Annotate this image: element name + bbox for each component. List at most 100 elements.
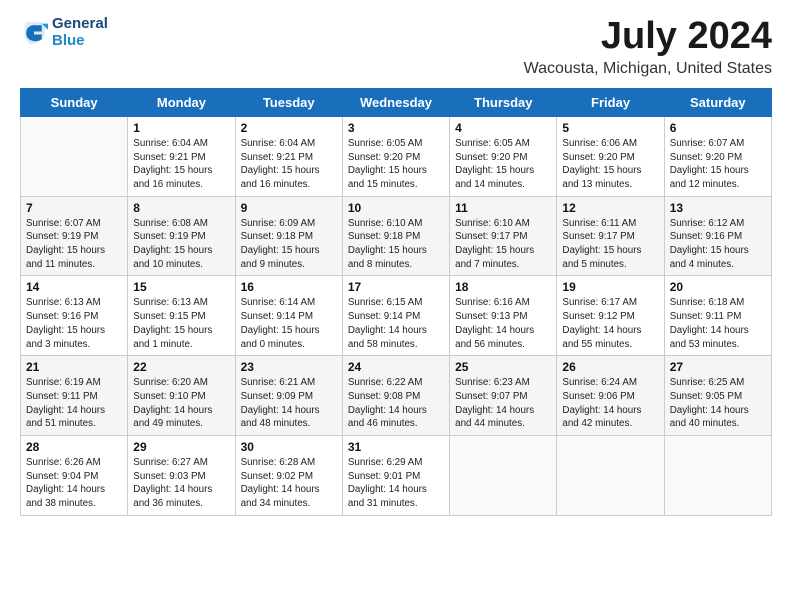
day-number: 20 [670, 280, 766, 294]
calendar-cell: 10 Sunrise: 6:10 AM Sunset: 9:18 PM Dayli… [342, 196, 449, 276]
calendar-cell: 12 Sunrise: 6:11 AM Sunset: 9:17 PM Dayli… [557, 196, 664, 276]
day-info: Sunrise: 6:22 AM Sunset: 9:08 PM Dayligh… [348, 376, 444, 431]
calendar-cell: 26 Sunrise: 6:24 AM Sunset: 9:06 PM Dayli… [557, 356, 664, 436]
day-number: 21 [26, 360, 122, 374]
day-number: 22 [133, 360, 229, 374]
day-info: Sunrise: 6:17 AM Sunset: 9:12 PM Dayligh… [562, 296, 658, 351]
day-number: 3 [348, 121, 444, 135]
day-info: Sunrise: 6:15 AM Sunset: 9:14 PM Dayligh… [348, 296, 444, 351]
weekday-header-saturday: Saturday [664, 88, 771, 116]
day-info: Sunrise: 6:27 AM Sunset: 9:03 PM Dayligh… [133, 456, 229, 511]
day-info: Sunrise: 6:19 AM Sunset: 9:11 PM Dayligh… [26, 376, 122, 431]
calendar-cell: 18Sunrise: 6:16 AM Sunset: 9:13 PM Dayli… [450, 276, 557, 356]
calendar-cell: 3 Sunrise: 6:05 AM Sunset: 9:20 PM Daylig… [342, 116, 449, 196]
day-number: 27 [670, 360, 766, 374]
day-info: Sunrise: 6:25 AM Sunset: 9:05 PM Dayligh… [670, 376, 766, 431]
day-info: Sunrise: 6:13 AM Sunset: 9:15 PM Dayligh… [133, 296, 229, 351]
day-number: 7 [26, 201, 122, 215]
day-number: 9 [241, 201, 337, 215]
day-number: 26 [562, 360, 658, 374]
weekday-header-wednesday: Wednesday [342, 88, 449, 116]
day-number: 28 [26, 440, 122, 454]
day-number: 4 [455, 121, 551, 135]
day-info: Sunrise: 6:14 AM Sunset: 9:14 PM Dayligh… [241, 296, 337, 351]
calendar-cell: 30 Sunrise: 6:28 AM Sunset: 9:02 PM Dayli… [235, 436, 342, 516]
day-info: Sunrise: 6:11 AM Sunset: 9:17 PM Dayligh… [562, 217, 658, 272]
calendar-cell: 9Sunrise: 6:09 AM Sunset: 9:18 PM Daylig… [235, 196, 342, 276]
calendar-cell: 21 Sunrise: 6:19 AM Sunset: 9:11 PM Dayli… [21, 356, 128, 436]
day-number: 11 [455, 201, 551, 215]
weekday-header-friday: Friday [557, 88, 664, 116]
calendar-cell: 6Sunrise: 6:07 AM Sunset: 9:20 PM Daylig… [664, 116, 771, 196]
calendar-cell: 8 Sunrise: 6:08 AM Sunset: 9:19 PM Daylig… [128, 196, 235, 276]
day-number: 1 [133, 121, 229, 135]
calendar-cell: 22 Sunrise: 6:20 AM Sunset: 9:10 PM Dayli… [128, 356, 235, 436]
day-number: 25 [455, 360, 551, 374]
weekday-header-row: SundayMondayTuesdayWednesdayThursdayFrid… [21, 88, 772, 116]
day-info: Sunrise: 6:28 AM Sunset: 9:02 PM Dayligh… [241, 456, 337, 511]
calendar-cell: 31 Sunrise: 6:29 AM Sunset: 9:01 PM Dayli… [342, 436, 449, 516]
calendar-cell: 24 Sunrise: 6:22 AM Sunset: 9:08 PM Dayli… [342, 356, 449, 436]
header: General Blue July 2024 Wacousta, Michiga… [20, 16, 772, 78]
day-info: Sunrise: 6:10 AM Sunset: 9:17 PM Dayligh… [455, 217, 551, 272]
day-info: Sunrise: 6:26 AM Sunset: 9:04 PM Dayligh… [26, 456, 122, 511]
day-info: Sunrise: 6:04 AM Sunset: 9:21 PM Dayligh… [133, 137, 229, 192]
calendar-cell [557, 436, 664, 516]
calendar-cell: 1 Sunrise: 6:04 AM Sunset: 9:21 PM Daylig… [128, 116, 235, 196]
week-row-4: 28 Sunrise: 6:26 AM Sunset: 9:04 PM Dayli… [21, 436, 772, 516]
day-info: Sunrise: 6:05 AM Sunset: 9:20 PM Dayligh… [348, 137, 444, 192]
calendar-cell: 23Sunrise: 6:21 AM Sunset: 9:09 PM Dayli… [235, 356, 342, 436]
day-info: Sunrise: 6:12 AM Sunset: 9:16 PM Dayligh… [670, 217, 766, 272]
day-number: 17 [348, 280, 444, 294]
weekday-header-tuesday: Tuesday [235, 88, 342, 116]
day-info: Sunrise: 6:08 AM Sunset: 9:19 PM Dayligh… [133, 217, 229, 272]
calendar-cell [21, 116, 128, 196]
logo-text: General Blue [52, 16, 108, 49]
day-number: 19 [562, 280, 658, 294]
day-info: Sunrise: 6:23 AM Sunset: 9:07 PM Dayligh… [455, 376, 551, 431]
day-info: Sunrise: 6:07 AM Sunset: 9:20 PM Dayligh… [670, 137, 766, 192]
calendar-cell: 13Sunrise: 6:12 AM Sunset: 9:16 PM Dayli… [664, 196, 771, 276]
calendar: SundayMondayTuesdayWednesdayThursdayFrid… [20, 88, 772, 516]
calendar-cell [450, 436, 557, 516]
calendar-cell: 29 Sunrise: 6:27 AM Sunset: 9:03 PM Dayli… [128, 436, 235, 516]
day-info: Sunrise: 6:13 AM Sunset: 9:16 PM Dayligh… [26, 296, 122, 351]
title-area: July 2024 Wacousta, Michigan, United Sta… [524, 16, 772, 78]
day-number: 10 [348, 201, 444, 215]
logo: General Blue [20, 16, 108, 49]
day-info: Sunrise: 6:10 AM Sunset: 9:18 PM Dayligh… [348, 217, 444, 272]
weekday-header-thursday: Thursday [450, 88, 557, 116]
week-row-0: 1 Sunrise: 6:04 AM Sunset: 9:21 PM Daylig… [21, 116, 772, 196]
day-info: Sunrise: 6:21 AM Sunset: 9:09 PM Dayligh… [241, 376, 337, 431]
day-number: 30 [241, 440, 337, 454]
calendar-cell: 28 Sunrise: 6:26 AM Sunset: 9:04 PM Dayli… [21, 436, 128, 516]
day-number: 16 [241, 280, 337, 294]
week-row-1: 7Sunrise: 6:07 AM Sunset: 9:19 PM Daylig… [21, 196, 772, 276]
day-info: Sunrise: 6:06 AM Sunset: 9:20 PM Dayligh… [562, 137, 658, 192]
day-number: 15 [133, 280, 229, 294]
calendar-cell: 14 Sunrise: 6:13 AM Sunset: 9:16 PM Dayli… [21, 276, 128, 356]
day-number: 14 [26, 280, 122, 294]
day-info: Sunrise: 6:24 AM Sunset: 9:06 PM Dayligh… [562, 376, 658, 431]
calendar-cell: 16 Sunrise: 6:14 AM Sunset: 9:14 PM Dayli… [235, 276, 342, 356]
day-info: Sunrise: 6:05 AM Sunset: 9:20 PM Dayligh… [455, 137, 551, 192]
day-number: 12 [562, 201, 658, 215]
calendar-cell: 7Sunrise: 6:07 AM Sunset: 9:19 PM Daylig… [21, 196, 128, 276]
weekday-header-monday: Monday [128, 88, 235, 116]
calendar-cell [664, 436, 771, 516]
day-info: Sunrise: 6:04 AM Sunset: 9:21 PM Dayligh… [241, 137, 337, 192]
day-number: 29 [133, 440, 229, 454]
day-info: Sunrise: 6:18 AM Sunset: 9:11 PM Dayligh… [670, 296, 766, 351]
day-number: 8 [133, 201, 229, 215]
day-number: 24 [348, 360, 444, 374]
page: General Blue July 2024 Wacousta, Michiga… [0, 0, 792, 612]
day-number: 18 [455, 280, 551, 294]
day-number: 2 [241, 121, 337, 135]
location-title: Wacousta, Michigan, United States [524, 60, 772, 78]
day-info: Sunrise: 6:29 AM Sunset: 9:01 PM Dayligh… [348, 456, 444, 511]
day-info: Sunrise: 6:20 AM Sunset: 9:10 PM Dayligh… [133, 376, 229, 431]
calendar-cell: 4 Sunrise: 6:05 AM Sunset: 9:20 PM Daylig… [450, 116, 557, 196]
calendar-cell: 11 Sunrise: 6:10 AM Sunset: 9:17 PM Dayli… [450, 196, 557, 276]
calendar-cell: 19 Sunrise: 6:17 AM Sunset: 9:12 PM Dayli… [557, 276, 664, 356]
day-number: 31 [348, 440, 444, 454]
